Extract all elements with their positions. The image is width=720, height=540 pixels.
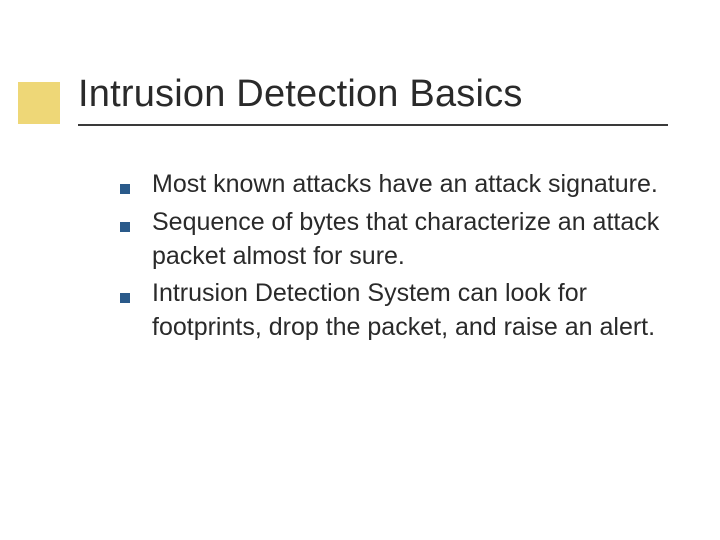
title-area: Intrusion Detection Basics xyxy=(78,74,680,126)
bullet-text: Sequence of bytes that characterize an a… xyxy=(152,206,660,274)
square-bullet-icon xyxy=(120,184,130,194)
body-area: Most known attacks have an attack signat… xyxy=(120,168,660,349)
accent-square xyxy=(18,82,60,124)
list-item: Most known attacks have an attack signat… xyxy=(120,168,660,202)
square-bullet-icon xyxy=(120,293,130,303)
list-item: Intrusion Detection System can look for … xyxy=(120,277,660,345)
slide-title: Intrusion Detection Basics xyxy=(78,74,680,122)
bullet-text: Intrusion Detection System can look for … xyxy=(152,277,660,345)
bullet-text: Most known attacks have an attack signat… xyxy=(152,168,658,202)
slide: Intrusion Detection Basics Most known at… xyxy=(0,0,720,540)
title-underline xyxy=(78,124,668,126)
list-item: Sequence of bytes that characterize an a… xyxy=(120,206,660,274)
square-bullet-icon xyxy=(120,222,130,232)
